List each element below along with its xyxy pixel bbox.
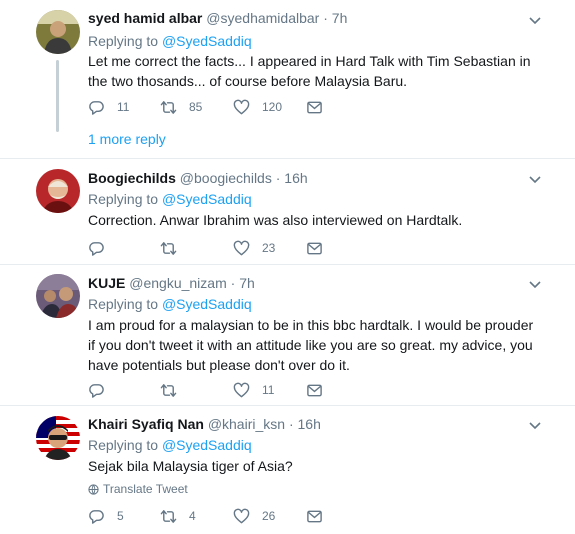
timestamp[interactable]: 7h xyxy=(332,10,348,26)
reply-count: 11 xyxy=(117,100,130,114)
retweet-icon xyxy=(160,241,177,255)
reply-icon xyxy=(89,241,104,256)
direct-message-icon xyxy=(307,384,322,396)
tweet-text: I am proud for a malaysian to be in this… xyxy=(88,317,534,373)
avatar[interactable] xyxy=(36,10,80,54)
display-name[interactable]: syed hamid albar xyxy=(88,10,202,26)
tweet-header: syed hamid albar @syedhamidalbar · 7h xyxy=(88,9,347,27)
tweet-1[interactable]: syed hamid albar @syedhamidalbar · 7h Re… xyxy=(0,0,575,158)
mention-link[interactable]: @SyedSaddiq xyxy=(162,33,252,49)
separator: · xyxy=(288,416,294,432)
like-button[interactable]: 120 xyxy=(233,97,282,117)
user-handle[interactable]: @boogiechilds xyxy=(180,170,272,186)
direct-message-button[interactable] xyxy=(306,380,323,400)
reply-icon xyxy=(89,509,104,524)
tweet-text: Let me correct the facts... I appeared i… xyxy=(88,53,531,89)
separator: · xyxy=(230,275,236,291)
globe-icon xyxy=(88,483,99,495)
tweet-3[interactable]: KUJE @engku_nizam · 7h Replying to @Syed… xyxy=(0,265,575,405)
chevron-down-icon[interactable] xyxy=(527,276,543,292)
like-button[interactable]: 26 xyxy=(233,506,275,526)
mention-link[interactable]: @SyedSaddiq xyxy=(162,437,252,453)
retweet-button[interactable] xyxy=(160,238,177,258)
tweet-actions: 11 85 120 xyxy=(88,97,348,117)
like-count: 23 xyxy=(262,241,276,255)
retweet-button[interactable] xyxy=(160,380,177,400)
tweet-actions: 23 xyxy=(88,238,348,258)
more-replies-link[interactable]: 1 more reply xyxy=(88,130,166,148)
direct-message-button[interactable] xyxy=(306,97,323,117)
reply-icon xyxy=(89,383,104,398)
separator: · xyxy=(275,170,281,186)
retweet-count: 4 xyxy=(189,509,196,523)
like-count: 120 xyxy=(262,100,283,114)
retweet-icon xyxy=(160,383,177,397)
user-handle[interactable]: @engku_nizam xyxy=(129,275,227,291)
replying-to-label: Replying to xyxy=(88,296,159,312)
reply-button[interactable]: 5 xyxy=(88,506,124,526)
like-icon xyxy=(233,508,250,523)
timestamp[interactable]: 16h xyxy=(284,170,307,186)
replying-to: Replying to @SyedSaddiq xyxy=(88,295,252,313)
user-handle[interactable]: @syedhamidalbar xyxy=(206,10,319,26)
direct-message-icon xyxy=(307,101,322,113)
direct-message-icon xyxy=(307,242,322,254)
avatar[interactable] xyxy=(36,416,80,460)
chevron-down-icon[interactable] xyxy=(527,171,543,187)
tweet-4[interactable]: Khairi Syafiq Nan @khairi_ksn · 16h Repl… xyxy=(0,406,575,534)
avatar[interactable] xyxy=(36,274,80,318)
tweet-actions: 5 4 26 xyxy=(88,506,348,526)
like-count: 11 xyxy=(262,383,275,397)
display-name[interactable]: KUJE xyxy=(88,275,125,291)
replying-to: Replying to @SyedSaddiq xyxy=(88,436,252,454)
direct-message-button[interactable] xyxy=(306,506,323,526)
like-button[interactable]: 23 xyxy=(233,238,275,258)
retweet-icon xyxy=(160,509,177,523)
replying-to-label: Replying to xyxy=(88,437,159,453)
reply-count: 5 xyxy=(117,509,124,523)
tweet-2[interactable]: Boogiechilds @boogiechilds · 16h Replyin… xyxy=(0,159,575,263)
replying-to-label: Replying to xyxy=(88,191,159,207)
like-icon xyxy=(233,240,250,255)
retweet-button[interactable]: 4 xyxy=(160,506,196,526)
direct-message-button[interactable] xyxy=(306,238,323,258)
like-icon xyxy=(233,382,250,397)
separator: · xyxy=(323,10,328,26)
replying-to: Replying to @SyedSaddiq xyxy=(88,32,252,50)
translate-tweet-link[interactable]: Translate Tweet xyxy=(88,481,188,497)
retweet-icon xyxy=(160,100,177,114)
tweet-header: Boogiechilds @boogiechilds · 16h xyxy=(88,169,308,187)
tweet-text: Sejak bila Malaysia tiger of Asia? xyxy=(88,458,293,474)
chevron-down-icon[interactable] xyxy=(527,12,543,28)
mention-link[interactable]: @SyedSaddiq xyxy=(162,296,252,312)
thread-line xyxy=(56,60,59,132)
like-button[interactable]: 11 xyxy=(233,380,274,400)
reply-button[interactable] xyxy=(88,238,105,258)
timestamp[interactable]: 7h xyxy=(239,275,255,291)
replying-to: Replying to @SyedSaddiq xyxy=(88,190,252,208)
mention-link[interactable]: @SyedSaddiq xyxy=(162,191,252,207)
user-handle[interactable]: @khairi_ksn xyxy=(208,416,285,432)
timestamp[interactable]: 16h xyxy=(298,416,321,432)
tweet-actions: 11 xyxy=(88,380,348,400)
chevron-down-icon[interactable] xyxy=(527,417,543,433)
tweet-text: Correction. Anwar Ibrahim was also inter… xyxy=(88,212,463,228)
direct-message-icon xyxy=(307,510,322,522)
display-name[interactable]: Khairi Syafiq Nan xyxy=(88,416,204,432)
reply-icon xyxy=(89,100,104,115)
avatar[interactable] xyxy=(36,169,80,213)
tweet-header: KUJE @engku_nizam · 7h xyxy=(88,274,255,292)
reply-button[interactable] xyxy=(88,380,105,400)
like-count: 26 xyxy=(262,509,276,523)
replying-to-label: Replying to xyxy=(88,33,159,49)
retweet-count: 85 xyxy=(189,100,203,114)
reply-button[interactable]: 11 xyxy=(88,97,129,117)
display-name[interactable]: Boogiechilds xyxy=(88,170,176,186)
retweet-button[interactable]: 85 xyxy=(160,97,202,117)
translate-label: Translate Tweet xyxy=(103,482,188,496)
like-icon xyxy=(233,99,250,114)
tweet-header: Khairi Syafiq Nan @khairi_ksn · 16h xyxy=(88,415,321,433)
